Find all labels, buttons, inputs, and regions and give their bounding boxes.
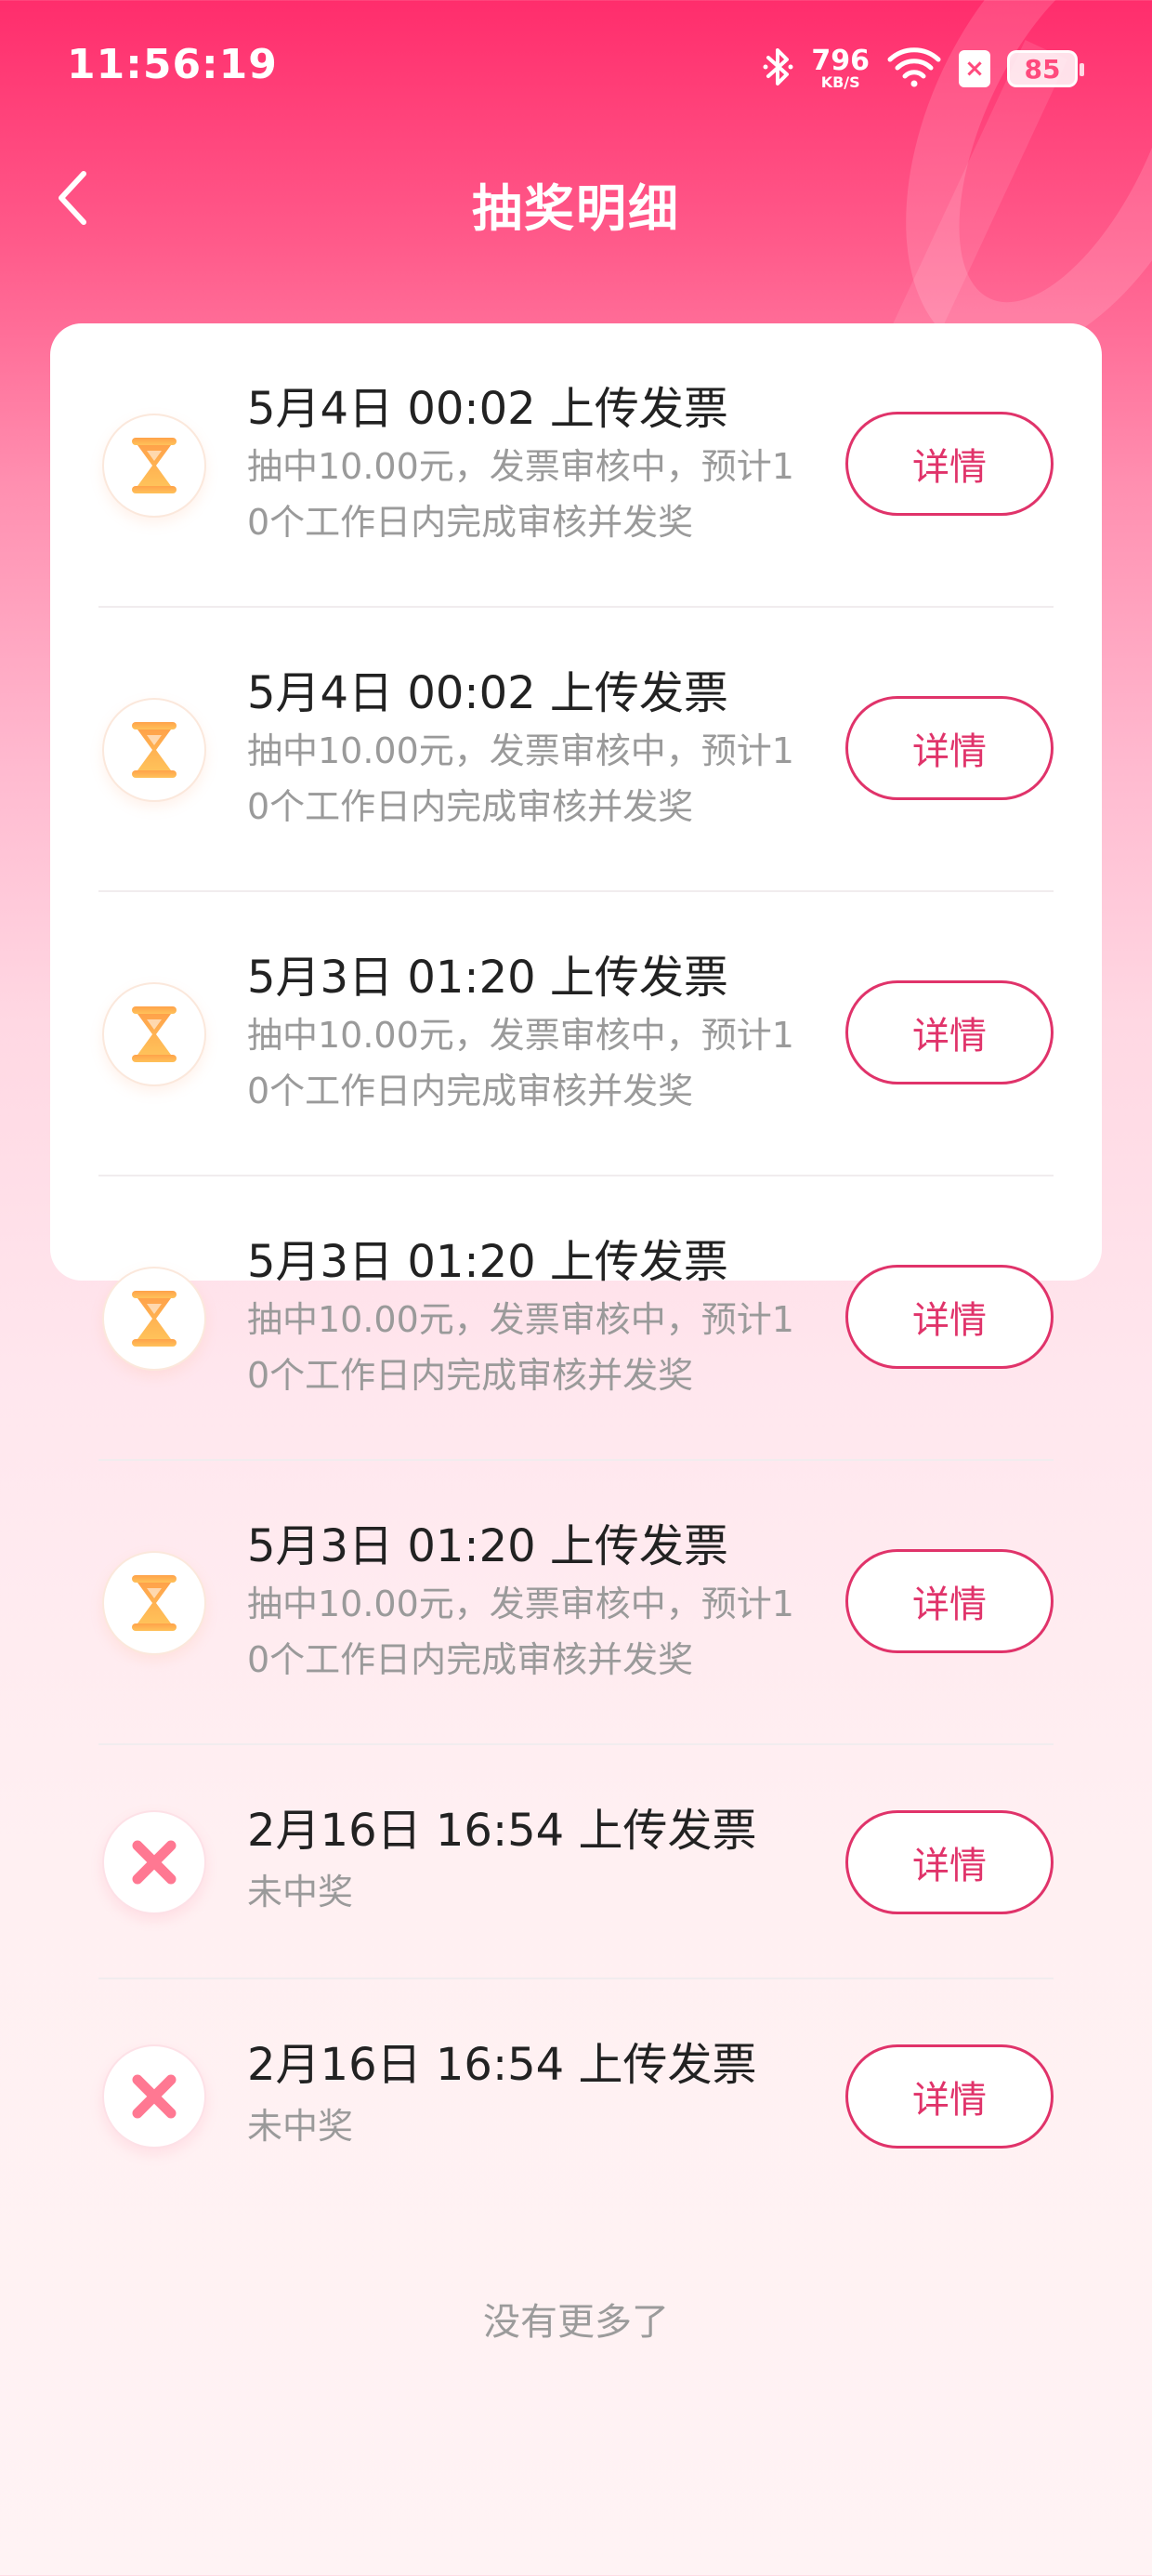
status-bar: 11:56:19 796 KB/S × 85 — [0, 0, 1152, 139]
record-row: 5月4日 00:02 上传发票抽中10.00元，发票审核中，预计10个工作日内完… — [98, 608, 1054, 892]
record-description: 未中奖 — [247, 1872, 354, 1912]
record-title: 5月4日 00:02 上传发票 — [247, 383, 728, 435]
record-row: 2月16日 16:54 上传发票未中奖 详情 — [98, 1745, 1054, 1979]
record-title: 5月4日 00:02 上传发票 — [247, 667, 728, 719]
record-description: 抽中10.00元，发票审核中，预计10个工作日内完成审核并发奖 — [247, 730, 794, 827]
status-icons: 796 KB/S × 85 — [763, 43, 1084, 95]
record-row: 5月3日 01:20 上传发票抽中10.00元，发票审核中，预计10个工作日内完… — [98, 1176, 1054, 1461]
network-speed: 796 KB/S — [811, 47, 870, 90]
cross-icon — [102, 2044, 206, 2149]
hourglass-icon — [102, 1551, 206, 1655]
detail-button[interactable]: 详情 — [845, 412, 1054, 516]
hourglass-icon — [102, 1267, 206, 1371]
record-description: 抽中10.00元，发票审核中，预计10个工作日内完成审核并发奖 — [247, 1299, 794, 1396]
record-description: 抽中10.00元，发票审核中，预计10个工作日内完成审核并发奖 — [247, 1015, 794, 1111]
record-description: 未中奖 — [247, 2106, 354, 2147]
network-speed-value: 796 — [811, 45, 870, 77]
detail-button[interactable]: 详情 — [845, 2044, 1054, 2149]
record-row: 5月3日 01:20 上传发票抽中10.00元，发票审核中，预计10个工作日内完… — [98, 1461, 1054, 1745]
network-speed-unit: KB/S — [820, 73, 860, 91]
record-title: 5月3日 01:20 上传发票 — [247, 1236, 728, 1288]
hourglass-icon — [102, 982, 206, 1086]
no-more-text: 没有更多了 — [483, 2301, 669, 2344]
page-title: 抽奖明细 — [472, 179, 680, 238]
record-row: 2月16日 16:54 上传发票未中奖 详情 — [98, 1979, 1054, 2214]
record-row: 5月3日 01:20 上传发票抽中10.00元，发票审核中，预计10个工作日内完… — [98, 892, 1054, 1176]
records-card: 5月4日 00:02 上传发票抽中10.00元，发票审核中，预计10个工作日内完… — [50, 323, 1102, 2149]
detail-button[interactable]: 详情 — [845, 696, 1054, 800]
detail-button[interactable]: 详情 — [845, 1265, 1054, 1369]
hourglass-icon — [102, 414, 206, 518]
record-title: 2月16日 16:54 上传发票 — [247, 1805, 757, 1857]
hourglass-icon — [102, 698, 206, 802]
record-row: 5月4日 00:02 上传发票抽中10.00元，发票审核中，预计10个工作日内完… — [98, 323, 1054, 608]
battery-icon: 85 — [1007, 50, 1084, 87]
record-description: 抽中10.00元，发票审核中，预计10个工作日内完成审核并发奖 — [247, 1584, 794, 1680]
detail-button[interactable]: 详情 — [845, 1810, 1054, 1914]
bluetooth-icon — [763, 46, 794, 91]
status-time: 11:56:19 — [67, 41, 278, 88]
record-title: 5月3日 01:20 上传发票 — [247, 952, 728, 1004]
detail-button[interactable]: 详情 — [845, 980, 1054, 1084]
wifi-icon — [886, 46, 942, 91]
detail-button[interactable]: 详情 — [845, 1549, 1054, 1653]
cross-icon — [102, 1810, 206, 1914]
sim-off-icon: × — [959, 50, 990, 87]
record-title: 2月16日 16:54 上传发票 — [247, 2039, 757, 2091]
record-title: 5月3日 01:20 上传发票 — [247, 1520, 728, 1572]
record-description: 抽中10.00元，发票审核中，预计10个工作日内完成审核并发奖 — [247, 446, 794, 543]
